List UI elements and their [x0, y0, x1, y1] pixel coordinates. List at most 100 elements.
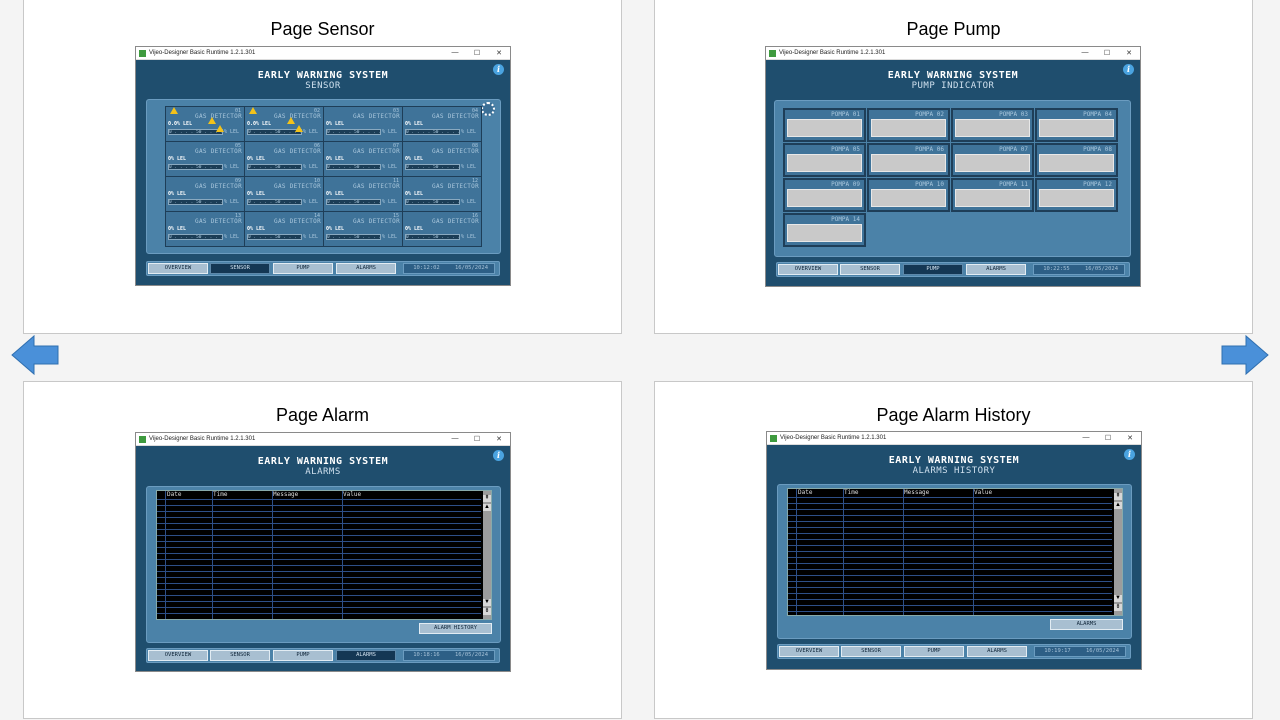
sensor-lel-value: 0% LEL	[405, 121, 424, 127]
pump-cell[interactable]: POMPA 03	[951, 108, 1034, 142]
nav-pump-button[interactable]: PUMP	[904, 646, 964, 657]
column-header[interactable]: Message	[273, 491, 298, 498]
pump-cell[interactable]: POMPA 07	[951, 143, 1034, 177]
sensor-cell[interactable]: 07 GAS DETECTOR 0% LEL 0 . . . . 50 . . . .…	[324, 142, 402, 176]
scroll-top-icon[interactable]: ⇞	[1114, 493, 1122, 500]
nav-sensor-button[interactable]: SENSOR	[840, 264, 900, 275]
scroll-bottom-icon[interactable]: ⇟	[1114, 604, 1122, 611]
pump-status-indicator	[787, 154, 862, 172]
sensor-name: GAS DETECTOR	[274, 113, 321, 120]
info-icon[interactable]: i	[1124, 449, 1135, 460]
nav-alarms-button[interactable]: ALARMS	[336, 650, 396, 661]
sensor-cell[interactable]: 11 GAS DETECTOR 0% LEL 0 . . . . 50 . . . .…	[324, 177, 402, 211]
nav-pump-button[interactable]: PUMP	[903, 264, 963, 275]
column-header[interactable]: Date	[798, 489, 812, 496]
column-header[interactable]: Value	[343, 491, 361, 498]
nav-sensor-button[interactable]: SENSOR	[210, 263, 270, 274]
minimize-button[interactable]: —	[444, 49, 466, 57]
nav-sensor-button[interactable]: SENSOR	[210, 650, 270, 661]
pump-status-indicator	[871, 189, 946, 207]
scroll-bottom-icon[interactable]: ⇟	[483, 608, 491, 615]
table-row	[157, 571, 481, 572]
table-row	[788, 593, 1112, 594]
close-button[interactable]: ✕	[488, 435, 510, 443]
scroll-up-icon[interactable]: ▲	[1114, 502, 1122, 509]
sensor-cell[interactable]: 10 GAS DETECTOR 0% LEL 0 . . . . 50 . . . .…	[245, 177, 323, 211]
settings-gear-icon[interactable]	[481, 102, 495, 116]
sensor-cell[interactable]: 01 GAS DETECTOR 0.0% LEL 0 . . . . 50 . . .…	[166, 107, 244, 141]
maximize-button[interactable]: ☐	[466, 435, 488, 443]
close-button[interactable]: ✕	[1119, 434, 1141, 442]
maximize-button[interactable]: ☐	[1097, 434, 1119, 442]
scroll-up-icon[interactable]: ▲	[483, 504, 491, 511]
minimize-button[interactable]: —	[1074, 49, 1096, 57]
maximize-button[interactable]: ☐	[1096, 49, 1118, 57]
arrow-left-icon[interactable]	[10, 334, 60, 376]
sensor-cell[interactable]: 06 GAS DETECTOR 0% LEL 0 . . . . 50 . . . .…	[245, 142, 323, 176]
sensor-cell[interactable]: 03 GAS DETECTOR 0% LEL 0 . . . . 50 . . . .…	[324, 107, 402, 141]
sensor-cell[interactable]: 02 GAS DETECTOR 0.0% LEL 0 . . . . 50 . . .…	[245, 107, 323, 141]
nav-pump-button[interactable]: PUMP	[273, 263, 333, 274]
sensor-level-bar: 0 . . . . 50 . . . . 100%	[247, 199, 302, 205]
column-header[interactable]: Message	[904, 489, 929, 496]
close-button[interactable]: ✕	[1118, 49, 1140, 57]
pump-cell[interactable]: POMPA 11	[951, 178, 1034, 212]
sensor-cell[interactable]: 12 GAS DETECTOR 0% LEL 0 . . . . 50 . . . .…	[403, 177, 481, 211]
scrollbar[interactable]: ⇞ ▲ ▼ ⇟	[483, 491, 491, 619]
pump-name: POMPA 09	[831, 181, 860, 188]
pump-cell[interactable]: POMPA 06	[867, 143, 950, 177]
page-subtitle: SENSOR	[305, 81, 341, 91]
minimize-button[interactable]: —	[444, 435, 466, 443]
pump-cell[interactable]: POMPA 10	[867, 178, 950, 212]
sensor-cell[interactable]: 15 GAS DETECTOR 0% LEL 0 . . . . 50 . . . .…	[324, 212, 402, 246]
info-icon[interactable]: i	[493, 450, 504, 461]
nav-pump-button[interactable]: PUMP	[273, 650, 333, 661]
nav-overview-button[interactable]: OVERVIEW	[148, 650, 208, 661]
alarm-history-button[interactable]: ALARM HISTORY	[419, 623, 492, 634]
sensor-cell[interactable]: 04 GAS DETECTOR 0% LEL 0 . . . . 50 . . . .…	[403, 107, 481, 141]
nav-overview-button[interactable]: OVERVIEW	[778, 264, 838, 275]
nav-sensor-button[interactable]: SENSOR	[841, 646, 901, 657]
pump-cell[interactable]: POMPA 09	[783, 178, 866, 212]
pump-cell[interactable]: POMPA 08	[1035, 143, 1118, 177]
alarm-history-table[interactable]: Date Time Message Value ⇞ ▲ ▼ ⇟	[787, 488, 1123, 616]
scroll-down-icon[interactable]: ▼	[1114, 595, 1122, 602]
info-icon[interactable]: i	[1123, 64, 1134, 75]
nav-alarms-button[interactable]: ALARMS	[336, 263, 396, 274]
column-header[interactable]: Time	[844, 489, 858, 496]
pump-cell[interactable]: POMPA 04	[1035, 108, 1118, 142]
pump-cell[interactable]: POMPA 12	[1035, 178, 1118, 212]
sensor-cell[interactable]: 05 GAS DETECTOR 0% LEL 0 . . . . 50 . . . .…	[166, 142, 244, 176]
pump-cell[interactable]: POMPA 02	[867, 108, 950, 142]
sensor-level-bar: 0 . . . . 50 . . . . 100%	[247, 129, 302, 135]
minimize-button[interactable]: —	[1075, 434, 1097, 442]
close-button[interactable]: ✕	[488, 49, 510, 57]
nav-overview-button[interactable]: OVERVIEW	[779, 646, 839, 657]
pump-cell[interactable]: POMPA 01	[783, 108, 866, 142]
table-row	[788, 521, 1112, 522]
nav-alarms-button[interactable]: ALARMS	[966, 264, 1026, 275]
arrow-right-icon[interactable]	[1220, 334, 1270, 376]
scroll-down-icon[interactable]: ▼	[483, 599, 491, 606]
sensor-cell[interactable]: 16 GAS DETECTOR 0% LEL 0 . . . . 50 . . . .…	[403, 212, 481, 246]
info-icon[interactable]: i	[493, 64, 504, 75]
maximize-button[interactable]: ☐	[466, 49, 488, 57]
column-header[interactable]: Value	[974, 489, 992, 496]
sensor-cell[interactable]: 13 GAS DETECTOR 0% LEL 0 . . . . 50 . . . .…	[166, 212, 244, 246]
sensor-cell[interactable]: 14 GAS DETECTOR 0% LEL 0 . . . . 50 . . . .…	[245, 212, 323, 246]
sensor-cell[interactable]: 08 GAS DETECTOR 0% LEL 0 . . . . 50 . . . .…	[403, 142, 481, 176]
pump-cell[interactable]: POMPA 14	[783, 213, 866, 247]
alarm-table[interactable]: Date Time Message Value ⇞ ▲ ▼ ⇟	[156, 490, 492, 620]
scrollbar[interactable]: ⇞ ▲ ▼ ⇟	[1114, 489, 1122, 615]
alarms-button[interactable]: ALARMS	[1050, 619, 1123, 630]
scroll-top-icon[interactable]: ⇞	[483, 495, 491, 502]
table-row	[788, 509, 1112, 510]
sensor-cell[interactable]: 09 GAS DETECTOR 0% LEL 0 . . . . 50 . . . .…	[166, 177, 244, 211]
column-header[interactable]: Time	[213, 491, 227, 498]
table-row	[788, 575, 1112, 576]
sensor-unit: % LEL	[303, 164, 319, 170]
pump-cell[interactable]: POMPA 05	[783, 143, 866, 177]
nav-overview-button[interactable]: OVERVIEW	[148, 263, 208, 274]
column-header[interactable]: Date	[167, 491, 181, 498]
nav-alarms-button[interactable]: ALARMS	[967, 646, 1027, 657]
